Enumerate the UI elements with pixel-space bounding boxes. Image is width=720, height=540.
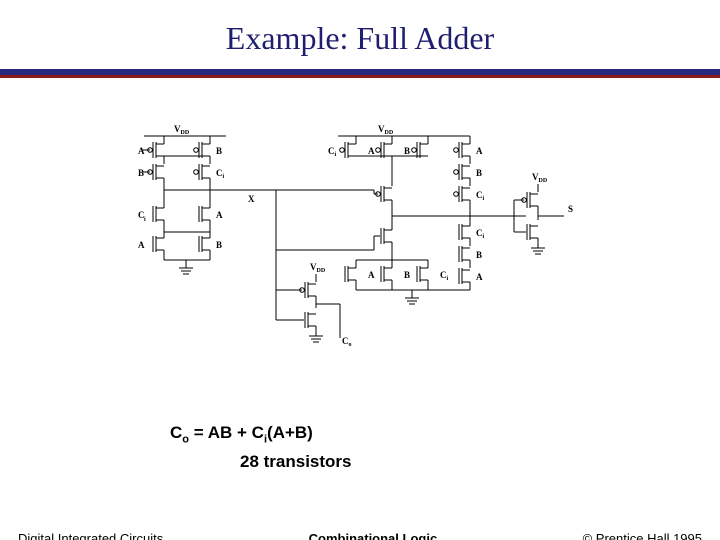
lbl-s: S: [568, 204, 573, 214]
svg-text:VDD: VDD: [378, 124, 394, 136]
slide-footer: Digital Integrated Circuits Combinationa…: [0, 531, 720, 540]
circuit-diagram: VDD A B B Ci X Ci A: [116, 120, 606, 380]
lbl-co-out: Co: [342, 336, 352, 348]
footer-left: Digital Integrated Circuits: [18, 531, 163, 540]
svg-text:Ci: Ci: [476, 228, 485, 240]
svg-text:A: A: [476, 272, 483, 282]
lbl-ci: Ci: [216, 168, 225, 180]
footer-right: © Prentice Hall 1995: [583, 531, 702, 540]
svg-text:VDD: VDD: [532, 172, 548, 184]
svg-text:B: B: [216, 240, 222, 250]
svg-text:B: B: [404, 146, 410, 156]
lbl-b2: B: [138, 168, 144, 178]
transistor-count: 28 transistors: [240, 452, 352, 472]
circuit-svg: VDD A B B Ci X Ci A: [116, 120, 606, 380]
svg-text:i: i: [144, 217, 146, 223]
svg-text:Ci: Ci: [328, 146, 337, 158]
footer-center: Combinational Logic: [309, 531, 438, 540]
svg-text:A: A: [216, 210, 223, 220]
lbl-a: A: [138, 146, 145, 156]
svg-text:VDD: VDD: [310, 262, 326, 274]
accent-rule: [0, 69, 720, 75]
lbl-vdd1: VDD: [174, 124, 190, 136]
lbl-b: B: [216, 146, 222, 156]
svg-text:Ci: Ci: [476, 190, 485, 202]
svg-text:A: A: [138, 240, 145, 250]
slide-title: Example: Full Adder: [0, 20, 720, 57]
svg-text:B: B: [476, 250, 482, 260]
svg-text:B: B: [476, 168, 482, 178]
lbl-x: X: [248, 194, 255, 204]
carry-equation: Co = AB + Ci(A+B): [170, 423, 313, 445]
svg-text:A: A: [476, 146, 483, 156]
svg-text:A: A: [368, 270, 375, 280]
svg-text:B: B: [404, 270, 410, 280]
svg-text:Ci: Ci: [440, 270, 449, 282]
svg-text:A: A: [368, 146, 375, 156]
